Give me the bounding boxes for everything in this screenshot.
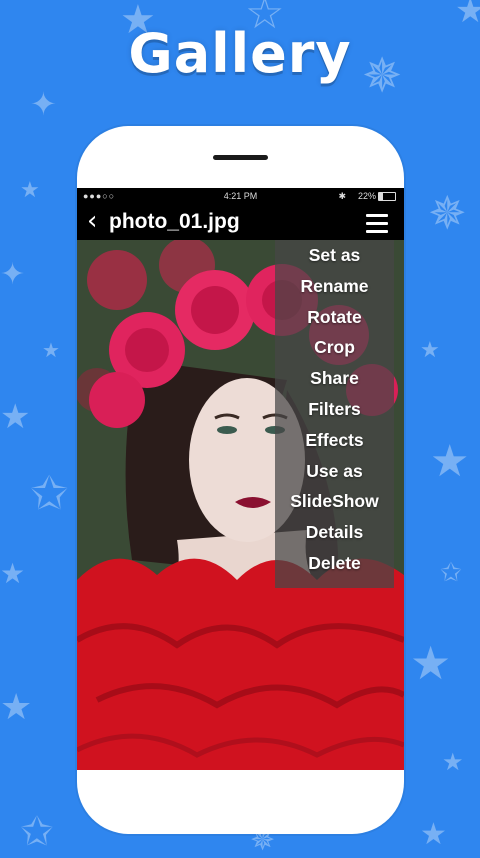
star-icon: ★ xyxy=(0,557,26,590)
hamburger-icon[interactable] xyxy=(366,214,388,238)
bluetooth-icon: ✱ xyxy=(338,191,346,201)
star-icon: ★ xyxy=(20,178,40,203)
photo-filename: photo_01.jpg xyxy=(109,210,240,233)
star-icon: ✵ xyxy=(428,186,467,240)
context-menu: Set as Rename Rotate Crop Share Filters Effect… xyxy=(275,240,394,588)
star-icon: ★ xyxy=(42,338,60,362)
star-icon: ★ xyxy=(0,397,31,437)
phone-speaker xyxy=(213,155,268,160)
star-icon: ✩ xyxy=(30,466,69,520)
menu-item-rotate[interactable]: Rotate xyxy=(275,302,394,333)
star-icon: ✦ xyxy=(30,85,57,123)
menu-item-use-as[interactable]: Use as xyxy=(275,456,394,487)
gallery-headline: Gallery xyxy=(128,22,352,85)
star-icon: ★ xyxy=(420,817,447,852)
star-icon: ★ xyxy=(442,748,464,776)
star-icon: ★ xyxy=(0,687,33,728)
star-icon: ✩ xyxy=(20,809,54,855)
star-icon: ★ xyxy=(420,338,440,363)
app-bar: ‹ photo_01.jpg xyxy=(77,204,404,240)
star-icon: ✩ xyxy=(440,558,462,588)
battery-icon xyxy=(378,192,396,201)
menu-item-crop[interactable]: Crop xyxy=(275,332,394,363)
menu-item-delete[interactable]: Delete xyxy=(275,548,394,579)
back-arrow-icon[interactable]: ‹ xyxy=(87,208,97,234)
star-icon: ✦ xyxy=(0,257,26,292)
battery-percent: 22% xyxy=(357,191,376,201)
status-time: 4:21 PM xyxy=(223,191,258,201)
menu-item-details[interactable]: Details xyxy=(275,517,394,548)
menu-item-effects[interactable]: Effects xyxy=(275,425,394,456)
star-icon: ★ xyxy=(430,436,470,487)
menu-item-share[interactable]: Share xyxy=(275,363,394,394)
status-bar: ●●●○○ 4:21 PM ✱ 22% xyxy=(77,188,404,204)
phone-screen: ●●●○○ 4:21 PM ✱ 22% ‹ photo_01.jpg Set a… xyxy=(77,188,404,770)
menu-item-set-as[interactable]: Set as xyxy=(275,240,394,271)
menu-item-filters[interactable]: Filters xyxy=(275,394,394,425)
phone-frame: ●●●○○ 4:21 PM ✱ 22% ‹ photo_01.jpg Set a… xyxy=(77,126,404,834)
star-icon: ★ xyxy=(410,636,452,690)
menu-item-slideshow[interactable]: SlideShow xyxy=(275,486,394,517)
menu-item-rename[interactable]: Rename xyxy=(275,271,394,302)
